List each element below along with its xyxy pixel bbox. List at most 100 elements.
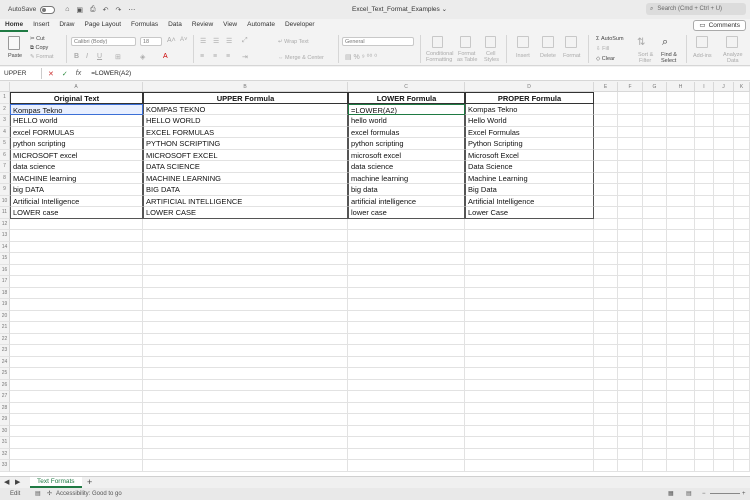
add-sheet-icon[interactable]: +: [87, 477, 92, 487]
empty-cell[interactable]: [10, 333, 143, 345]
empty-cell[interactable]: [143, 322, 348, 334]
empty-cell[interactable]: [594, 368, 618, 380]
borders-icon[interactable]: ⊞: [115, 53, 121, 61]
empty-cell[interactable]: [643, 253, 667, 265]
empty-cell[interactable]: [618, 437, 643, 449]
row-header[interactable]: 17: [0, 276, 10, 288]
row-header[interactable]: 8: [0, 172, 10, 184]
empty-cell[interactable]: [667, 230, 695, 242]
row-header[interactable]: 31: [0, 437, 10, 449]
empty-cell[interactable]: [618, 184, 643, 196]
merge-center-button[interactable]: ⇔ Merge & Center: [278, 55, 324, 61]
empty-cell[interactable]: [714, 425, 734, 437]
empty-cell[interactable]: [10, 218, 143, 230]
empty-cell[interactable]: [594, 448, 618, 460]
table-cell[interactable]: LOWER CASE: [143, 207, 348, 219]
table-cell[interactable]: Lower Case: [465, 207, 594, 219]
table-cell[interactable]: LOWER case: [10, 207, 143, 219]
delete-cells-icon[interactable]: [542, 36, 554, 48]
empty-cell[interactable]: [643, 195, 667, 207]
empty-cell[interactable]: [143, 425, 348, 437]
empty-cell[interactable]: [143, 253, 348, 265]
empty-cell[interactable]: [348, 368, 465, 380]
table-cell[interactable]: data science: [348, 161, 465, 173]
row-header[interactable]: 16: [0, 264, 10, 276]
empty-cell[interactable]: [594, 299, 618, 311]
empty-cell[interactable]: [714, 253, 734, 265]
column-header-i[interactable]: I: [695, 82, 714, 92]
empty-cell[interactable]: [143, 391, 348, 403]
empty-cell[interactable]: [10, 368, 143, 380]
grow-font-icon[interactable]: A˄: [167, 37, 176, 44]
header-cell[interactable]: LOWER Formula: [348, 92, 465, 104]
empty-cell[interactable]: [714, 276, 734, 288]
empty-cell[interactable]: [643, 126, 667, 138]
empty-cell[interactable]: [695, 241, 714, 253]
row-header[interactable]: 4: [0, 126, 10, 138]
empty-cell[interactable]: [348, 310, 465, 322]
empty-cell[interactable]: [10, 448, 143, 460]
column-header-a[interactable]: A: [10, 82, 143, 92]
empty-cell[interactable]: [734, 184, 750, 196]
empty-cell[interactable]: [714, 92, 734, 104]
empty-cell[interactable]: [618, 425, 643, 437]
empty-cell[interactable]: [695, 356, 714, 368]
empty-cell[interactable]: [618, 172, 643, 184]
empty-cell[interactable]: [714, 218, 734, 230]
table-cell[interactable]: Excel Formulas: [465, 126, 594, 138]
empty-cell[interactable]: [618, 345, 643, 357]
home-icon[interactable]: ⌂: [65, 6, 69, 14]
empty-cell[interactable]: [667, 264, 695, 276]
add-ins-icon[interactable]: [696, 36, 708, 48]
empty-cell[interactable]: [618, 356, 643, 368]
empty-cell[interactable]: [695, 368, 714, 380]
empty-cell[interactable]: [618, 414, 643, 426]
empty-cell[interactable]: [714, 448, 734, 460]
empty-cell[interactable]: [714, 264, 734, 276]
empty-cell[interactable]: [594, 92, 618, 104]
empty-cell[interactable]: [643, 322, 667, 334]
empty-cell[interactable]: [594, 287, 618, 299]
table-cell[interactable]: MICROSOFT excel: [10, 149, 143, 161]
underline-icon[interactable]: U: [97, 53, 102, 60]
empty-cell[interactable]: [714, 368, 734, 380]
empty-cell[interactable]: [714, 230, 734, 242]
empty-cell[interactable]: [10, 402, 143, 414]
empty-cell[interactable]: [695, 218, 714, 230]
empty-cell[interactable]: [643, 287, 667, 299]
function-icon[interactable]: fx: [76, 70, 81, 78]
empty-cell[interactable]: [734, 402, 750, 414]
empty-cell[interactable]: [667, 218, 695, 230]
empty-cell[interactable]: [695, 172, 714, 184]
row-header[interactable]: 21: [0, 322, 10, 334]
empty-cell[interactable]: [695, 149, 714, 161]
empty-cell[interactable]: [465, 253, 594, 265]
empty-cell[interactable]: [734, 149, 750, 161]
row-header[interactable]: 5: [0, 138, 10, 150]
empty-cell[interactable]: [734, 207, 750, 219]
empty-cell[interactable]: [695, 161, 714, 173]
empty-cell[interactable]: [643, 448, 667, 460]
empty-cell[interactable]: [618, 230, 643, 242]
empty-cell[interactable]: [618, 379, 643, 391]
empty-cell[interactable]: [348, 460, 465, 472]
empty-cell[interactable]: [734, 241, 750, 253]
table-cell[interactable]: =LOWER(A2): [348, 103, 465, 115]
empty-cell[interactable]: [465, 241, 594, 253]
column-header-d[interactable]: D: [465, 82, 594, 92]
shrink-font-icon[interactable]: A˅: [180, 37, 188, 43]
empty-cell[interactable]: [734, 115, 750, 127]
column-header-h[interactable]: H: [667, 82, 695, 92]
enter-icon[interactable]: ✓: [62, 70, 68, 78]
empty-cell[interactable]: [143, 356, 348, 368]
column-header-f[interactable]: F: [618, 82, 643, 92]
table-cell[interactable]: artificial intelligence: [348, 195, 465, 207]
empty-cell[interactable]: [618, 333, 643, 345]
empty-cell[interactable]: [714, 184, 734, 196]
page-layout-view-icon[interactable]: ▤: [686, 488, 692, 500]
empty-cell[interactable]: [695, 126, 714, 138]
empty-cell[interactable]: [714, 391, 734, 403]
empty-cell[interactable]: [695, 322, 714, 334]
empty-cell[interactable]: [465, 437, 594, 449]
orientation-icon[interactable]: ⤢: [242, 37, 248, 45]
